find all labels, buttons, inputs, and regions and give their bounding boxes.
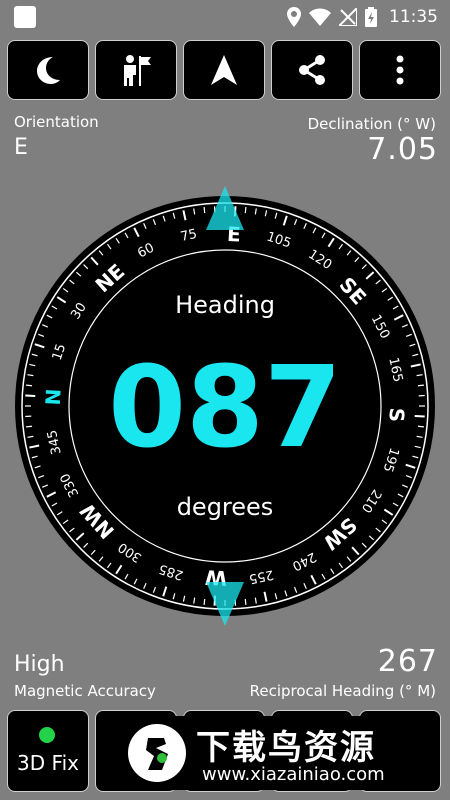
night-mode-button[interactable] [7, 40, 89, 100]
dial-tick [25, 394, 36, 398]
location-icon [287, 7, 301, 27]
dial-tick [414, 414, 425, 418]
watermark-title: 下载鸟资源 [196, 728, 376, 768]
accuracy-label: Magnetic Accuracy [14, 682, 156, 700]
dial-tick [417, 384, 424, 387]
declination-value: 7.05 [367, 132, 438, 167]
dial-tick [26, 384, 33, 387]
share-button[interactable] [271, 40, 353, 100]
cardinal-label-s: S [384, 407, 409, 423]
accuracy-value: High [14, 652, 65, 677]
heading-value: 087 [108, 343, 342, 473]
person-flag-icon [124, 55, 151, 86]
status-icons: 11:35 [287, 6, 438, 28]
clock: 11:35 [389, 7, 438, 27]
dial-tick [26, 425, 33, 428]
gps-fix-label: 3D Fix [17, 751, 79, 775]
status-bar: 11:35 [0, 0, 450, 34]
dial-tick [244, 207, 247, 214]
dial-tick [203, 598, 206, 605]
orientation-label: Orientation [14, 113, 99, 131]
declination-label: Declination (° W) [307, 115, 436, 133]
reciprocal-value: 267 [377, 644, 438, 679]
compass-dial: NNEESESSWWNW 15306075 1051201501651952102… [15, 186, 435, 626]
heading-label: Heading [175, 291, 275, 319]
overflow-menu-icon [396, 55, 404, 85]
cardinal-label-n: N [41, 388, 66, 406]
direction-marker-button[interactable] [95, 40, 177, 100]
watermark-logo-icon [128, 724, 186, 782]
unit-label: degrees [177, 493, 274, 521]
no-signal-icon [339, 8, 357, 26]
gps-fix-button[interactable]: 3D Fix [7, 710, 89, 792]
wifi-icon [309, 8, 331, 26]
navigation-arrow-icon [211, 55, 237, 85]
dial-tick [203, 207, 206, 214]
gps-fix-indicator-icon [39, 727, 55, 743]
dial-tick [417, 425, 424, 428]
moon-icon [37, 57, 60, 84]
notification-icon [14, 6, 36, 28]
watermark: 下载鸟资源 www.xiazainiao.com [118, 716, 434, 790]
battery-charging-icon [365, 7, 377, 27]
dial-tick [244, 598, 247, 605]
share-icon [299, 55, 325, 85]
more-options-button[interactable] [359, 40, 441, 100]
reciprocal-label: Reciprocal Heading (° M) [249, 682, 436, 700]
toolbar [7, 40, 443, 102]
watermark-url: www.xiazainiao.com [202, 764, 385, 785]
orientation-value: E [14, 135, 28, 160]
navigate-button[interactable] [183, 40, 265, 100]
